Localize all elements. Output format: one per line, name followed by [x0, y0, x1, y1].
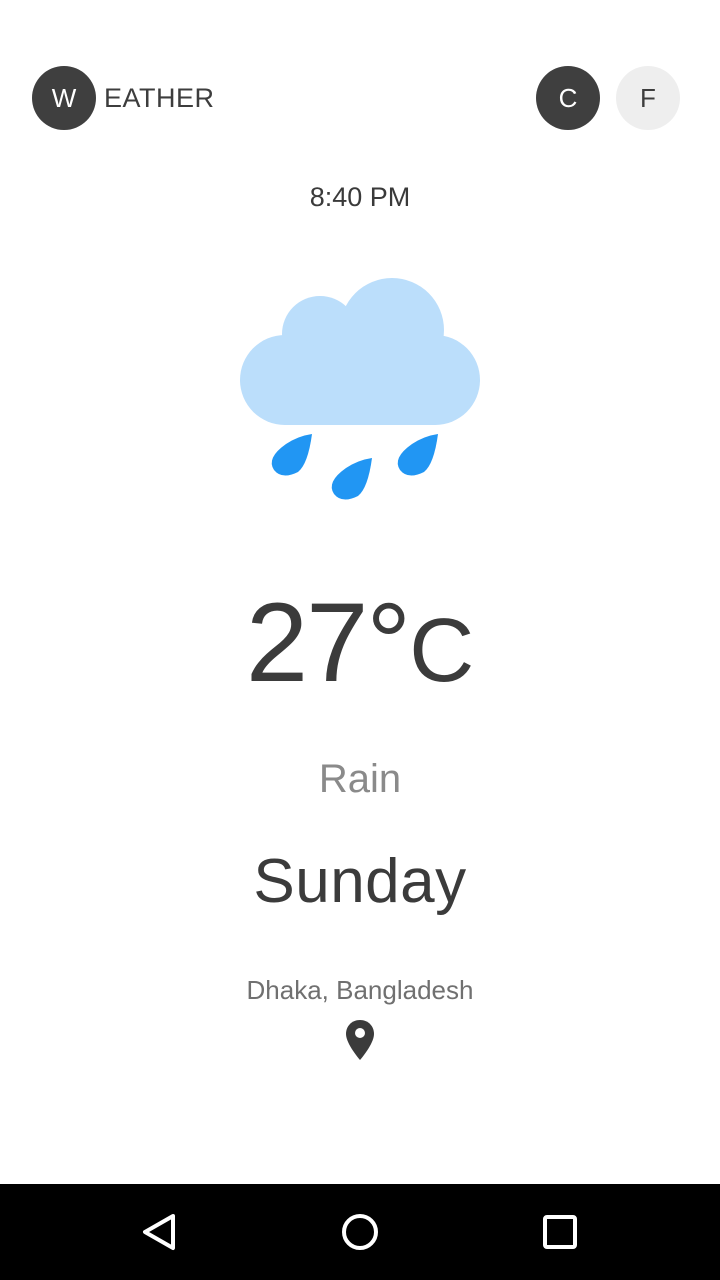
- raindrop-icon: [331, 458, 372, 500]
- home-icon[interactable]: [336, 1208, 384, 1256]
- day-of-week: Sunday: [253, 847, 467, 916]
- celsius-button[interactable]: C: [536, 66, 600, 130]
- temperature-unit: C: [409, 601, 475, 701]
- weather-condition: Rain: [318, 757, 402, 801]
- cloud-shape: [240, 278, 480, 425]
- celsius-label: C: [558, 82, 578, 113]
- app-title: EATHER: [104, 83, 215, 113]
- back-icon[interactable]: [136, 1208, 184, 1256]
- fahrenheit-button[interactable]: F: [616, 66, 680, 130]
- navigation-bar: [0, 1184, 720, 1280]
- raindrops: [271, 434, 438, 500]
- logo-letter: W: [51, 82, 77, 113]
- raindrop-icon: [271, 434, 312, 476]
- fahrenheit-label: F: [640, 82, 656, 113]
- logo-badge: W: [32, 66, 96, 130]
- temperature-value: 27°: [245, 580, 411, 705]
- rain-cloud-icon: [240, 278, 480, 500]
- location-pin-icon[interactable]: [344, 1018, 376, 1062]
- raindrop-icon: [397, 434, 438, 476]
- current-time: 8:40 PM: [309, 182, 411, 212]
- recent-apps-icon[interactable]: [536, 1208, 584, 1256]
- temperature-display: 27°C: [0, 587, 720, 731]
- weather-screen: W EATHER C F 8:40 PM 27°C Rain Sunday Dh…: [0, 0, 720, 1280]
- location-label: Dhaka, Bangladesh: [246, 975, 474, 1005]
